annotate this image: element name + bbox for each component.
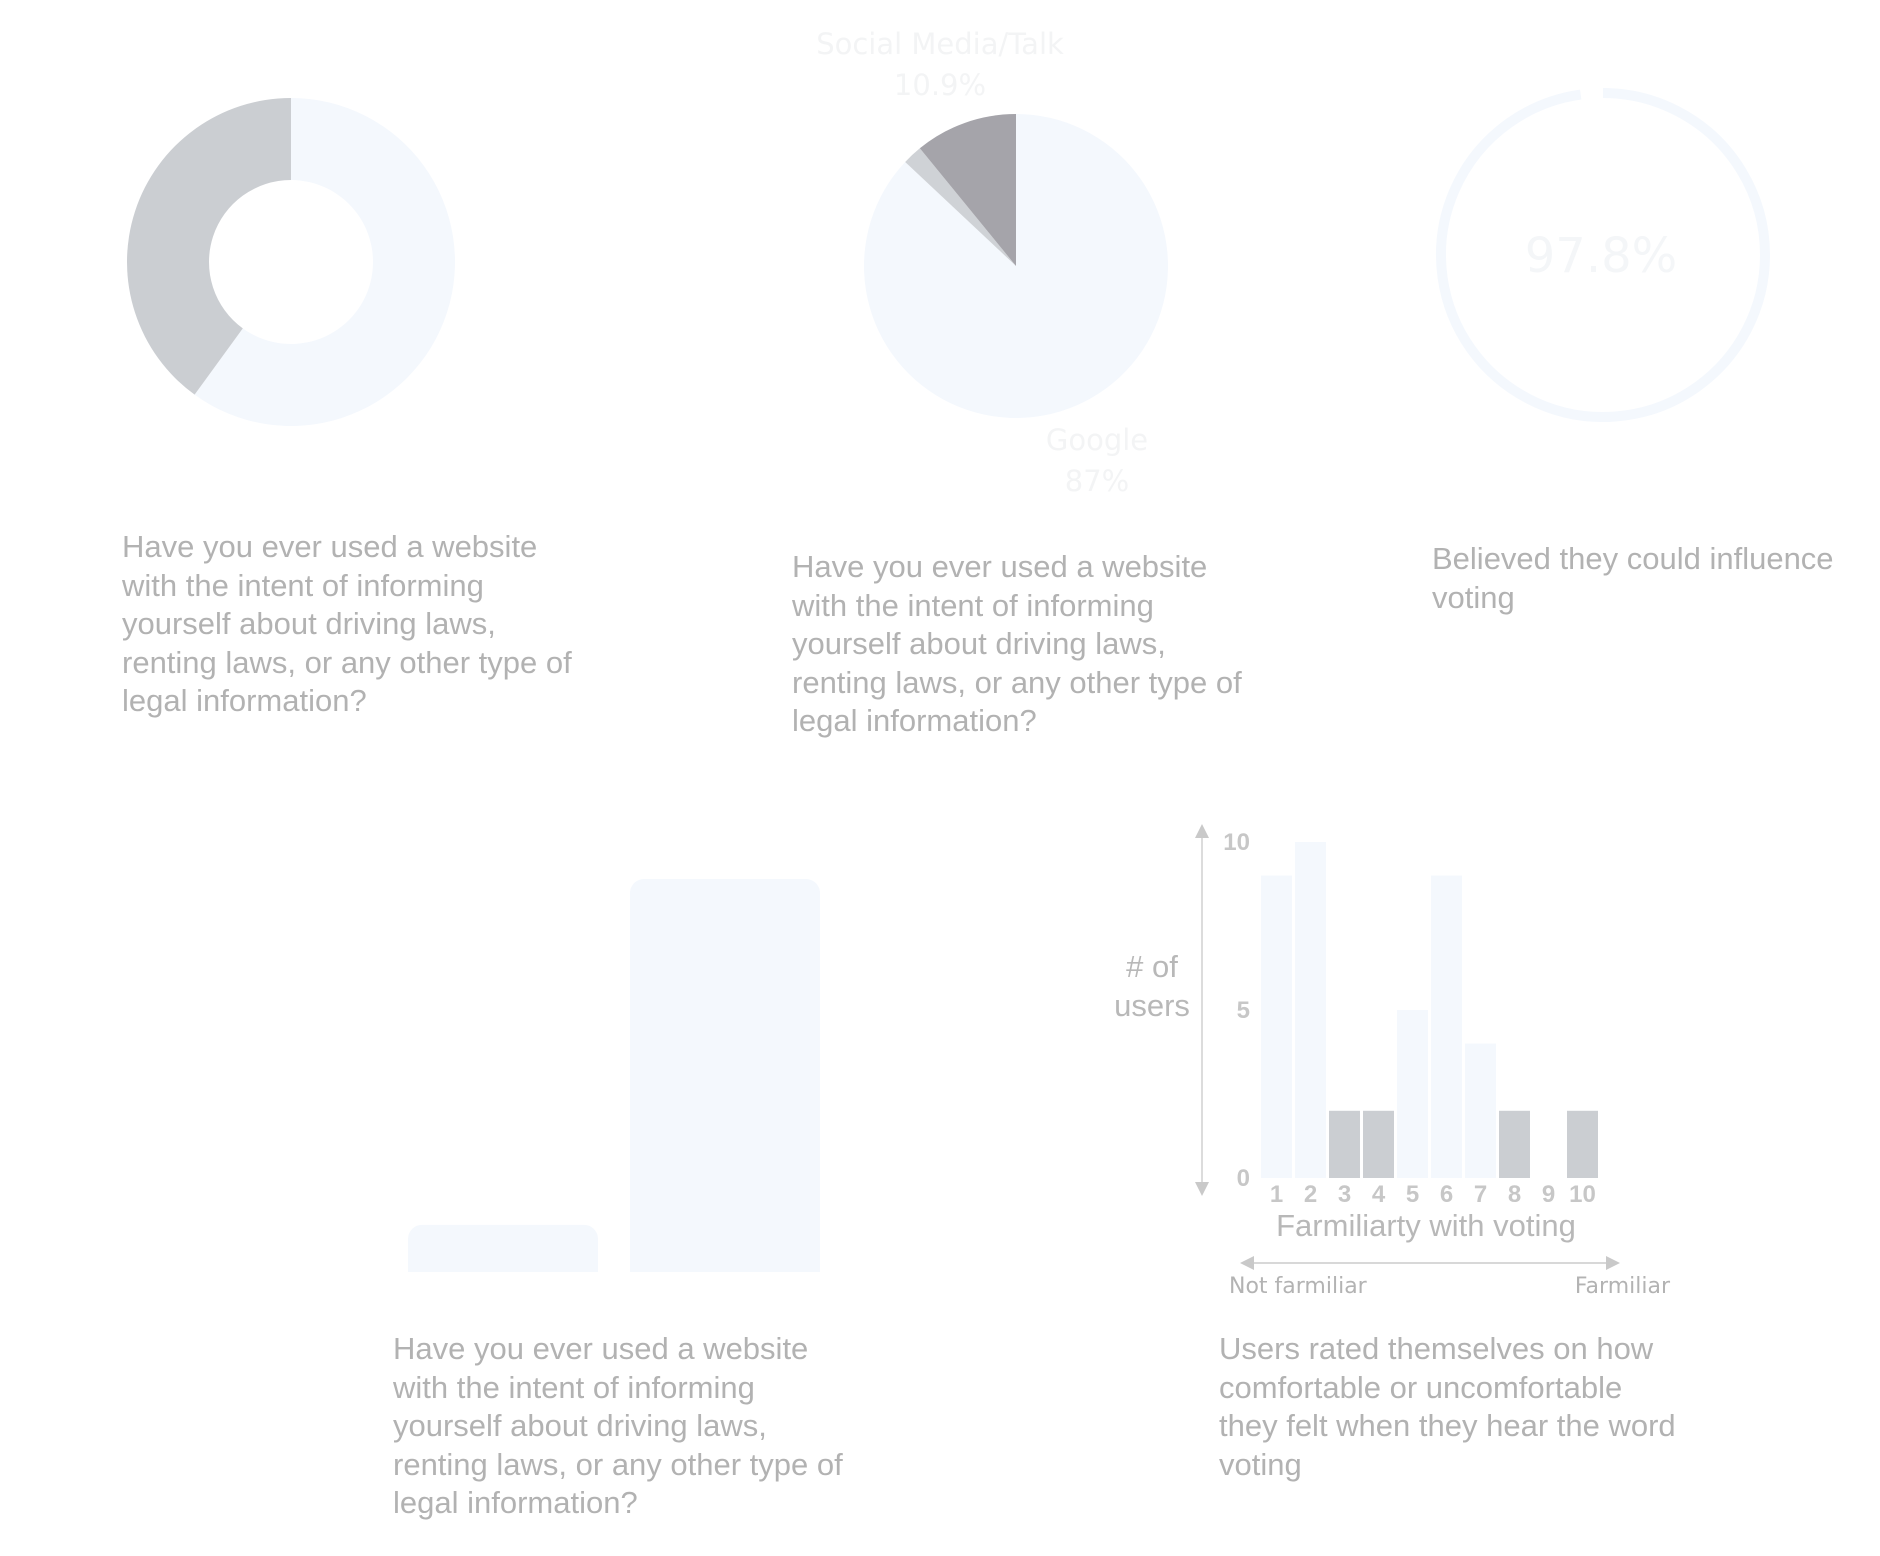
hist-bar-2 xyxy=(1295,842,1326,1178)
y-axis-up-arrow xyxy=(1195,824,1209,838)
scale-high-label: Farmiliar xyxy=(1575,1274,1671,1299)
x-axis-title: Farmiliarty with voting xyxy=(1276,1208,1576,1243)
hist-bar-10 xyxy=(1567,1110,1598,1178)
x-tick-label-2: 2 xyxy=(1304,1181,1317,1208)
y-tick-label-10: 10 xyxy=(1223,829,1250,856)
hist-bar-7 xyxy=(1465,1043,1496,1178)
x-tick-label-7: 7 xyxy=(1474,1181,1487,1208)
histogram-chart: # of users Farmiliarty with voting Not f… xyxy=(1114,824,1671,1299)
x-tick-label-6: 6 xyxy=(1440,1181,1453,1208)
hist-bar-1 xyxy=(1261,875,1292,1178)
y-axis-down-arrow xyxy=(1195,1182,1209,1196)
histogram-caption: Users rated themselves on how comfortabl… xyxy=(1219,1331,1676,1482)
x-tick-label-9: 9 xyxy=(1542,1181,1555,1208)
hist-bar-8 xyxy=(1499,1110,1530,1178)
y-tick-label-0: 0 xyxy=(1237,1165,1250,1192)
scale-right-arrow xyxy=(1606,1256,1620,1270)
x-tick-label-3: 3 xyxy=(1338,1181,1351,1208)
y-axis-title-line1: # of xyxy=(1126,949,1178,984)
x-tick-label-5: 5 xyxy=(1406,1181,1419,1208)
hist-bar-6 xyxy=(1431,875,1462,1178)
x-tick-label-4: 4 xyxy=(1372,1181,1386,1208)
hist-bar-5 xyxy=(1397,1010,1428,1178)
hist-bar-3 xyxy=(1329,1110,1360,1178)
scale-left-arrow xyxy=(1240,1256,1254,1270)
x-tick-label-10: 10 xyxy=(1569,1181,1596,1208)
y-tick-label-5: 5 xyxy=(1237,997,1250,1024)
x-tick-label-1: 1 xyxy=(1270,1181,1283,1208)
scale-low-label: Not farmiliar xyxy=(1229,1274,1368,1299)
y-axis-title-line2: users xyxy=(1114,988,1190,1023)
x-tick-label-8: 8 xyxy=(1508,1181,1521,1208)
hist-bar-4 xyxy=(1363,1110,1394,1178)
